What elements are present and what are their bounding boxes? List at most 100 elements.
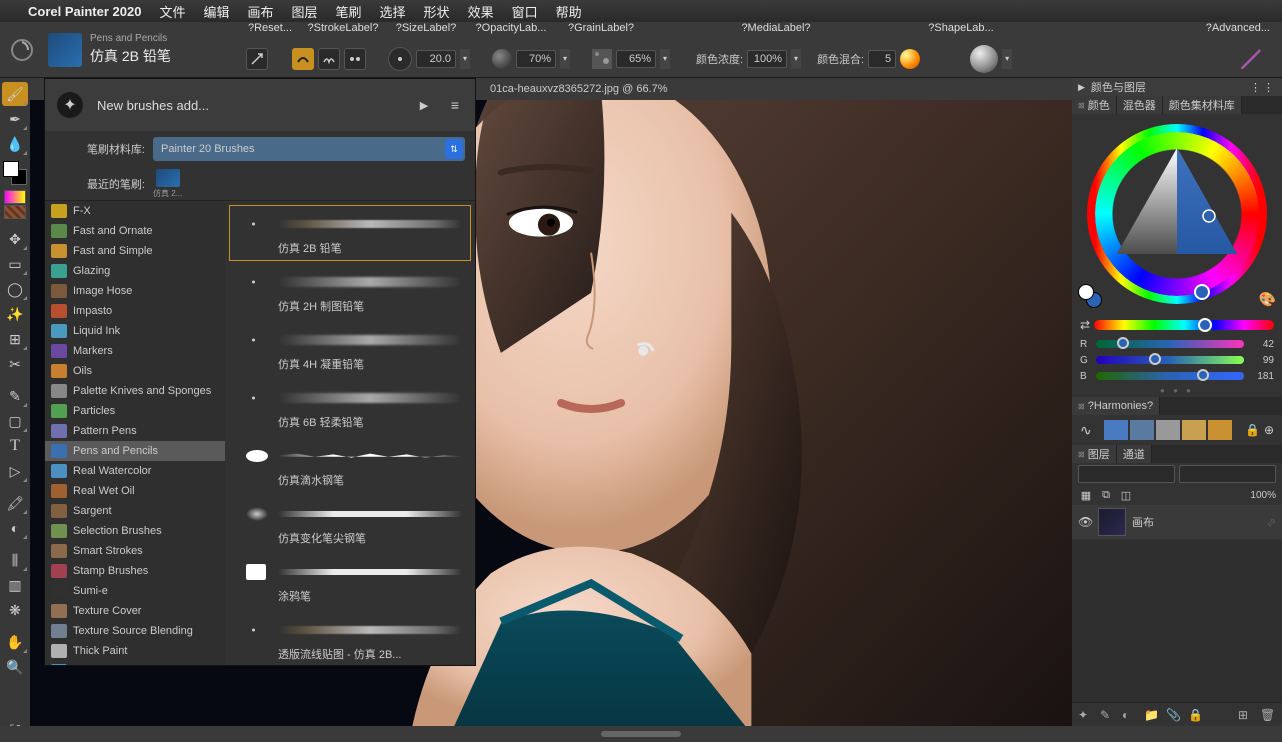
mix-orb-icon[interactable]: [900, 49, 920, 69]
size-input[interactable]: 20.0: [416, 50, 456, 68]
brush-category-item[interactable]: Markers: [45, 341, 225, 361]
rect-tool[interactable]: ▢: [2, 409, 28, 433]
add-swatch-icon[interactable]: ⊕: [1264, 423, 1274, 437]
lock-icon[interactable]: 🔒: [1245, 423, 1260, 437]
clone-brush-tool[interactable]: 🖍: [2, 491, 28, 515]
brush-variant-item[interactable]: 仿真滴水钢笔: [229, 437, 471, 493]
brush-category-item[interactable]: Real Wet Oil: [45, 481, 225, 501]
kaleidoscope-tool[interactable]: ❋: [2, 598, 28, 622]
horizontal-scrollbar[interactable]: [601, 731, 681, 737]
brush-category-item[interactable]: Fast and Ornate: [45, 221, 225, 241]
brush-variant-item[interactable]: 透版流线贴图 - 仿真 2B...: [229, 611, 471, 665]
tab-mixer[interactable]: 混色器: [1117, 96, 1163, 114]
brush-category-item[interactable]: Thick Paint: [45, 641, 225, 661]
brush-variant-item[interactable]: 仿真变化笔尖钢笔: [229, 495, 471, 551]
harmony-swatch[interactable]: [1104, 420, 1128, 440]
menu-file[interactable]: 文件: [159, 2, 185, 21]
harmony-swatch[interactable]: [1130, 420, 1154, 440]
b-slider[interactable]: B181: [1072, 368, 1282, 384]
delete-layer-icon[interactable]: 🗑: [1260, 708, 1276, 722]
app-name[interactable]: Corel Painter 2020: [28, 4, 141, 19]
brush-category-item[interactable]: Pens and Pencils: [45, 441, 225, 461]
size-dropdown[interactable]: ▾: [460, 49, 470, 69]
r-slider[interactable]: R42: [1072, 336, 1282, 352]
stroke-type-3[interactable]: [344, 48, 366, 70]
recent-brush-item[interactable]: 仿真 2...: [153, 169, 182, 199]
mask-add-icon[interactable]: ✎: [1100, 708, 1116, 722]
blend-depth-select[interactable]: [1179, 465, 1276, 483]
menu-layer[interactable]: 图层: [292, 2, 318, 21]
tab-colorset[interactable]: 颜色集材料库: [1163, 96, 1242, 114]
pen-tool[interactable]: ✒: [2, 107, 28, 131]
dodge-tool[interactable]: ◐: [2, 516, 28, 540]
layer-mask-icon[interactable]: ◫: [1118, 487, 1134, 503]
brush-variant-item[interactable]: 仿真 2B 铅笔: [229, 205, 471, 261]
brush-category-item[interactable]: Image Hose: [45, 281, 225, 301]
tab-layers[interactable]: ⊠图层: [1072, 445, 1117, 463]
brush-category-item[interactable]: Texture Source Blending: [45, 621, 225, 641]
fg-bg-colors[interactable]: [3, 161, 27, 185]
brush-variant-item[interactable]: 仿真 2H 制图铅笔: [229, 263, 471, 319]
brush-category-item[interactable]: Sargent: [45, 501, 225, 521]
layer-lock-icon[interactable]: ⬀: [1267, 516, 1276, 529]
layer-opacity-value[interactable]: 100%: [1250, 490, 1276, 501]
menu-window[interactable]: 窗口: [512, 2, 538, 21]
brush-category-item[interactable]: F-X: [45, 201, 225, 221]
transform-tool[interactable]: ⊞: [2, 327, 28, 351]
brush-category-item[interactable]: Smart Strokes: [45, 541, 225, 561]
new-brushes-icon[interactable]: ✦: [57, 92, 83, 118]
brush-variant-item[interactable]: 仿真 6B 轻柔铅笔: [229, 379, 471, 435]
shape-dropdown[interactable]: ▾: [1002, 49, 1012, 69]
adjust-icon[interactable]: ◐: [1122, 708, 1138, 722]
layer-row[interactable]: 👁 画布 ⬀: [1072, 505, 1282, 539]
menu-shape[interactable]: 形状: [424, 2, 450, 21]
panel-title-color[interactable]: ▶ 颜色与图层 ⋮⋮: [1072, 78, 1282, 96]
harmony-swatch[interactable]: [1182, 420, 1206, 440]
eyedropper-tool[interactable]: 💧: [2, 132, 28, 156]
divine-tool[interactable]: ⫼: [2, 548, 28, 572]
brush-category-item[interactable]: Stamp Brushes: [45, 561, 225, 581]
brush-category-item[interactable]: Oils: [45, 361, 225, 381]
advanced-brush-icon[interactable]: [1238, 47, 1262, 71]
menu-effect[interactable]: 效果: [468, 2, 494, 21]
brush-variant-item[interactable]: 涂鸦笔: [229, 553, 471, 609]
brush-category-item[interactable]: Impasto: [45, 301, 225, 321]
mirror-tool[interactable]: ▥: [2, 573, 28, 597]
brush-category-item[interactable]: Glazing: [45, 261, 225, 281]
brush-category-item[interactable]: Selection Brushes: [45, 521, 225, 541]
grain-input[interactable]: 65%: [616, 50, 656, 68]
brush-category-list[interactable]: F-XFast and OrnateFast and SimpleGlazing…: [45, 201, 225, 665]
layer-checker-icon[interactable]: ▦: [1078, 487, 1094, 503]
tool-swirl-icon[interactable]: [0, 22, 44, 77]
reset-button[interactable]: [246, 48, 268, 70]
brush-selector[interactable]: Pens and Pencils 仿真 2B 铅笔: [44, 33, 240, 67]
harmony-type-icon[interactable]: ∿: [1080, 422, 1100, 439]
brush-category-item[interactable]: Watercolor: [45, 661, 225, 665]
fx-icon[interactable]: ✦: [1078, 708, 1094, 722]
opacity-input[interactable]: 70%: [516, 50, 556, 68]
tab-channels[interactable]: 通道: [1117, 445, 1152, 463]
brush-category-item[interactable]: Real Watercolor: [45, 461, 225, 481]
move-tool[interactable]: ✥: [2, 227, 28, 251]
panel-menu-icon[interactable]: ≡: [447, 97, 463, 113]
shape-preview-icon[interactable]: [970, 45, 998, 73]
hue-slider[interactable]: ⇄: [1072, 314, 1282, 336]
brush-category-item[interactable]: Sumi-e: [45, 581, 225, 601]
brush-variant-item[interactable]: 仿真 4H 凝重铅笔: [229, 321, 471, 377]
blend-mode-select[interactable]: [1078, 465, 1175, 483]
g-slider[interactable]: G99: [1072, 352, 1282, 368]
shape-pen-tool[interactable]: ✎: [2, 384, 28, 408]
color-wheel[interactable]: 🎨: [1072, 114, 1282, 314]
concentration-input[interactable]: 100%: [747, 50, 787, 68]
menu-canvas[interactable]: 画布: [247, 2, 273, 21]
menu-help[interactable]: 帮助: [556, 2, 582, 21]
pager-dots[interactable]: ● ● ●: [1072, 384, 1282, 397]
new-layer-icon[interactable]: ⊞: [1238, 708, 1254, 722]
brush-category-item[interactable]: Texture Cover: [45, 601, 225, 621]
pattern-swatch[interactable]: [4, 205, 26, 219]
wand-tool[interactable]: ✨: [2, 302, 28, 326]
tab-harmonies[interactable]: ⊠?Harmonies?: [1072, 397, 1160, 415]
tab-color[interactable]: ⊠颜色: [1072, 96, 1117, 114]
brush-category-item[interactable]: Liquid Ink: [45, 321, 225, 341]
brush-lib-select[interactable]: Painter 20 Brushes ⇅: [153, 137, 465, 161]
